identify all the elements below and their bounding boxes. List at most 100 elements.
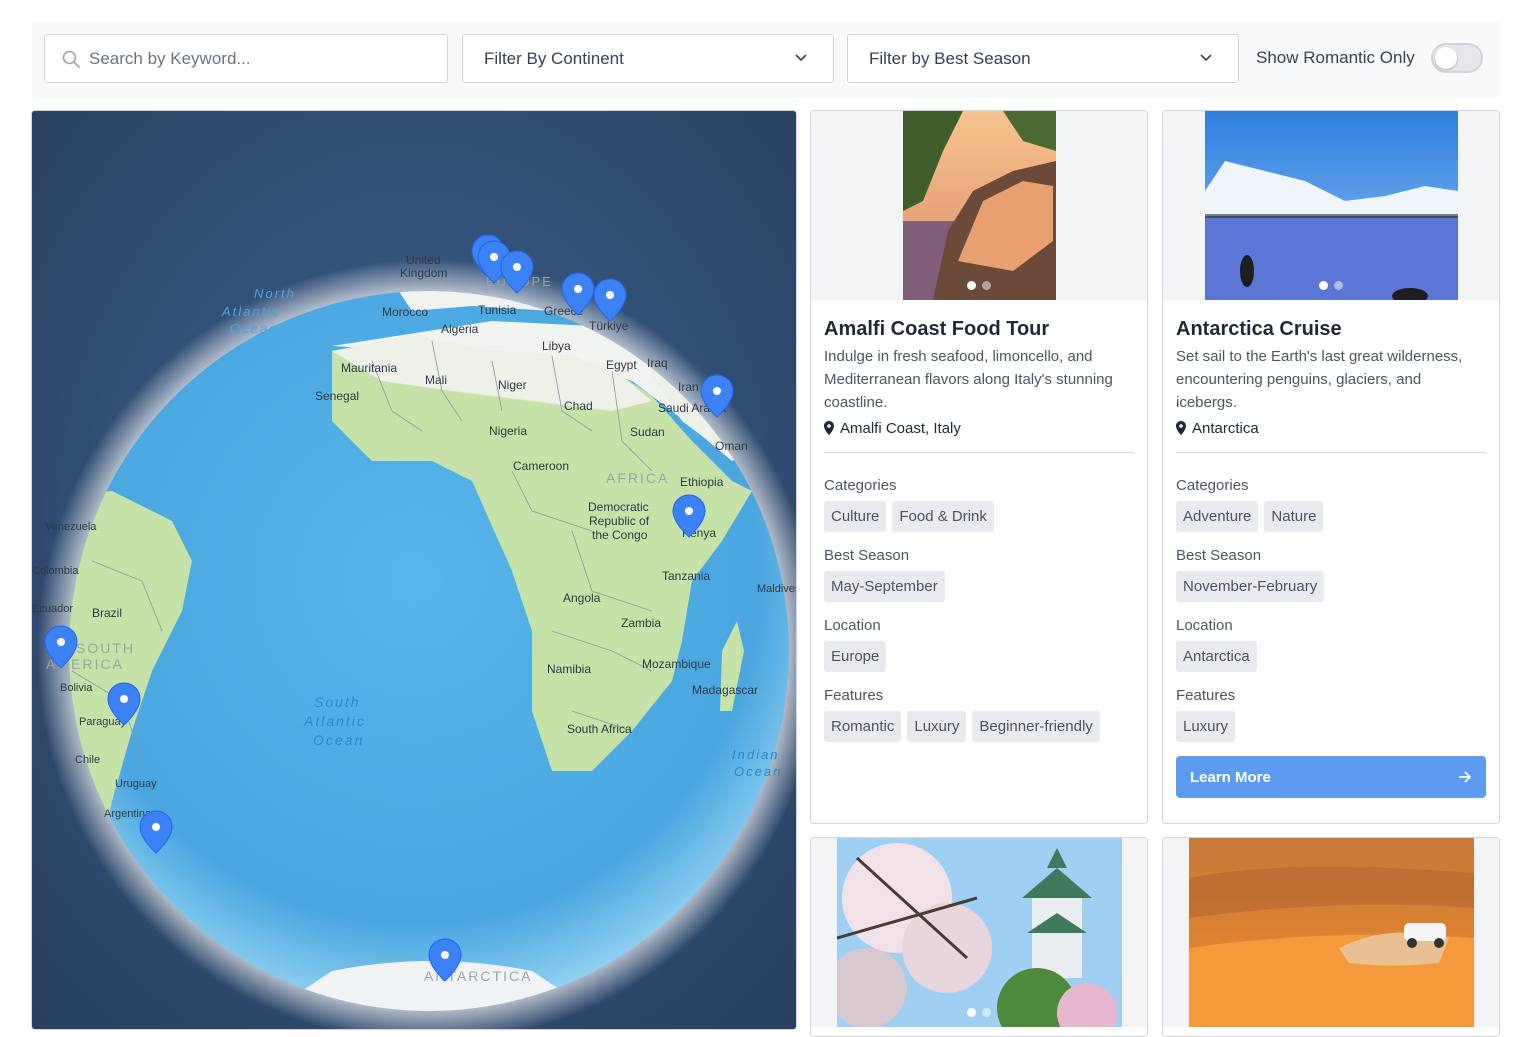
- antarctica-photo: [1205, 111, 1458, 300]
- label-uruguay: Uruguay: [115, 778, 157, 790]
- chevron-down-icon: [795, 54, 807, 62]
- label-north-atlantic-3: Ocean: [230, 321, 278, 336]
- tag: Europe: [824, 641, 887, 672]
- label-oman: Oman: [715, 439, 748, 453]
- tag: Romantic: [824, 711, 902, 742]
- label-drc-2: Republic of: [589, 514, 650, 528]
- tag: November-February: [1176, 571, 1325, 602]
- search-box[interactable]: [44, 34, 448, 83]
- destination-card[interactable]: Antarctica Cruise Set sail to the Earth'…: [1162, 110, 1500, 824]
- map-panel[interactable]: North Atlantic Ocean South Atlantic Ocea…: [31, 110, 797, 1030]
- card-title: Amalfi Coast Food Tour: [824, 318, 1050, 340]
- label-chad: Chad: [564, 399, 593, 413]
- search-input[interactable]: [89, 35, 439, 82]
- tag: Beginner-friendly: [972, 711, 1100, 742]
- amalfi-photo: [903, 111, 1056, 300]
- label-indian-1: Indian: [732, 747, 779, 762]
- label-south-atlantic-3: Ocean: [313, 732, 364, 748]
- features-tags: Luxury: [1176, 711, 1486, 742]
- card-location: Amalfi Coast, Italy: [824, 417, 1134, 439]
- osaka-castle-photo: [837, 838, 1122, 1027]
- location-label: Location: [824, 617, 881, 634]
- label-south-atlantic-1: South: [314, 694, 361, 710]
- card-image-carousel[interactable]: [1163, 838, 1499, 1027]
- label-madagascar: Madagascar: [692, 683, 758, 697]
- label-ecuador: Ecuador: [32, 603, 73, 615]
- tag: Luxury: [907, 711, 967, 742]
- tag: May-September: [824, 571, 945, 602]
- carousel-dot[interactable]: [1334, 281, 1343, 290]
- tag: Adventure: [1176, 501, 1259, 532]
- card-image-carousel[interactable]: [811, 838, 1147, 1027]
- label-uk-2: Kingdom: [400, 266, 447, 280]
- label-egypt: Egypt: [606, 358, 637, 372]
- label-north-atlantic-2: Atlantic: [221, 304, 281, 319]
- label-drc-1: Democratic: [588, 500, 649, 514]
- features-label: Features: [1176, 687, 1236, 704]
- carousel-dot[interactable]: [967, 281, 976, 290]
- label-zambia: Zambia: [621, 616, 661, 630]
- label-algeria: Algeria: [441, 322, 479, 336]
- label-morocco: Morocco: [382, 305, 428, 319]
- tag: Nature: [1264, 501, 1324, 532]
- card-location-text: Antarctica: [1192, 419, 1259, 437]
- romantic-toggle-label: Show Romantic Only: [1256, 48, 1415, 67]
- learn-more-label: Learn More: [1190, 768, 1271, 786]
- carousel-dot[interactable]: [982, 281, 991, 290]
- label-mauritania: Mauritania: [341, 361, 397, 375]
- label-namibia: Namibia: [547, 662, 591, 676]
- toggle-knob: [1435, 47, 1457, 69]
- location-tags: Europe: [824, 641, 1134, 672]
- tag: Antarctica: [1176, 641, 1257, 672]
- categories-label: Categories: [1176, 477, 1249, 494]
- location-tags: Antarctica: [1176, 641, 1486, 672]
- label-mali: Mali: [425, 373, 447, 387]
- learn-more-button[interactable]: Learn More: [1176, 756, 1486, 798]
- romantic-toggle[interactable]: [1431, 43, 1483, 73]
- card-description: Set sail to the Earth's last great wilde…: [1176, 348, 1463, 411]
- carousel-dot[interactable]: [967, 1008, 976, 1017]
- carousel-dots[interactable]: [1319, 281, 1343, 290]
- label-niger: Niger: [498, 378, 527, 392]
- carousel-dot[interactable]: [1319, 281, 1328, 290]
- label-iran: Iran: [678, 380, 699, 394]
- label-sudan: Sudan: [630, 425, 665, 439]
- label-brazil: Brazil: [92, 606, 122, 620]
- continent-select-label: Filter By Continent: [484, 49, 624, 68]
- label-africa: AFRICA: [606, 470, 669, 486]
- label-tunisia: Tunisia: [478, 303, 517, 317]
- categories-tags: Culture Food & Drink: [824, 501, 1134, 532]
- label-turkiye: Türkiye: [589, 319, 629, 333]
- carousel-dot[interactable]: [982, 1008, 991, 1017]
- tag: Luxury: [1176, 711, 1236, 742]
- card-body: Amalfi Coast Food Tour Indulge in fresh …: [824, 316, 1134, 756]
- card-description: Indulge in fresh seafood, limoncello, an…: [824, 348, 1113, 411]
- tag: Culture: [824, 501, 887, 532]
- label-north-atlantic-1: North: [254, 286, 296, 301]
- label-ethiopia: Ethiopia: [680, 475, 724, 489]
- continent-select[interactable]: Filter By Continent: [462, 34, 834, 83]
- label-nigeria: Nigeria: [489, 424, 527, 438]
- card-body: Antarctica Cruise Set sail to the Earth'…: [1176, 316, 1486, 798]
- season-select[interactable]: Filter by Best Season: [847, 34, 1239, 83]
- label-colombia: Colombia: [32, 565, 79, 577]
- label-senegal: Senegal: [315, 389, 359, 403]
- label-indian-2: Ocean: [734, 764, 782, 779]
- label-mozambique: Mozambique: [642, 657, 711, 671]
- destination-card[interactable]: Amalfi Coast Food Tour Indulge in fresh …: [810, 110, 1148, 824]
- globe-map[interactable]: North Atlantic Ocean South Atlantic Ocea…: [32, 111, 797, 1030]
- card-title: Antarctica Cruise: [1176, 318, 1342, 340]
- label-south-atlantic-2: Atlantic: [303, 713, 366, 729]
- label-venezuela: Venezuela: [45, 521, 97, 533]
- label-iraq: Iraq: [647, 356, 668, 370]
- card-image-carousel[interactable]: [1163, 111, 1499, 300]
- carousel-dots[interactable]: [967, 1008, 991, 1017]
- season-label: Best Season: [824, 547, 910, 564]
- label-south-america-1: SOUTH: [76, 640, 135, 656]
- destination-card[interactable]: [1162, 837, 1500, 1037]
- card-image-carousel[interactable]: [811, 111, 1147, 300]
- carousel-dots[interactable]: [967, 281, 991, 290]
- label-drc-3: the Congo: [592, 528, 648, 542]
- destination-card[interactable]: [810, 837, 1148, 1037]
- label-libya: Libya: [542, 339, 571, 353]
